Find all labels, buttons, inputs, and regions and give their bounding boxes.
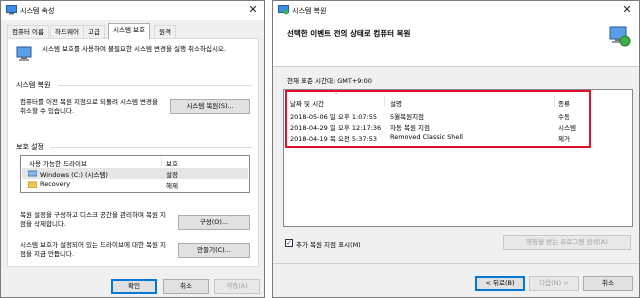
list-item[interactable]: Windows (C:) (시스템) 설정 — [22, 168, 248, 179]
ok-button[interactable]: 확인 — [111, 279, 157, 294]
column-separator — [161, 157, 162, 166]
divider — [273, 263, 639, 264]
title-bar: 시스템 복원 ✕ — [273, 1, 639, 20]
tab-hardware[interactable]: 하드웨어 — [50, 25, 84, 38]
cancel-button[interactable]: 취소 — [163, 279, 209, 294]
create-button[interactable]: 만들기(C)... — [178, 243, 250, 258]
create-text: 시스템 보호가 설정되어 있는 드라이브에 대한 복원 지점을 지금 만듭니다. — [20, 241, 167, 258]
timezone-label: 현재 표준 시간대: GMT+9:00 — [287, 77, 372, 85]
page-title: 선택한 이벤트 전의 상태로 컴퓨터 복원 — [287, 29, 411, 38]
tab-advanced[interactable]: 고급 — [83, 25, 105, 38]
divider — [50, 147, 252, 148]
system-protection-icon — [16, 46, 32, 61]
header-area: 선택한 이벤트 전의 상태로 컴퓨터 복원 — [273, 20, 639, 66]
system-properties-window: 시스템 속성 ✕ 컴퓨터 이름 하드웨어 고급 시스템 보호 원격 시스템 보호… — [0, 0, 265, 298]
scan-affected-programs-button[interactable]: 영향을 받는 프로그램 검색(A) — [503, 235, 631, 250]
close-icon[interactable]: ✕ — [241, 1, 265, 20]
title-bar: 시스템 속성 ✕ — [1, 1, 264, 20]
drive-name: Recovery — [40, 180, 71, 188]
system-restore-icon — [278, 5, 289, 15]
close-icon[interactable]: ✕ — [615, 1, 639, 20]
divider — [58, 85, 252, 86]
restore-description: 컴퓨터를 이전 복원 지점으로 되돌려 시스템 변경을 취소할 수 있습니다. — [20, 98, 158, 115]
divider — [273, 66, 639, 67]
list-item[interactable]: Recovery 해제 — [22, 179, 248, 190]
folder-icon — [28, 181, 37, 188]
column-header-drives[interactable]: 사용 가능한 드라이브 — [29, 158, 87, 168]
drive-icon — [28, 170, 37, 177]
drive-status: 설정 — [166, 171, 178, 179]
tab-system-protection[interactable]: 시스템 보호 — [108, 23, 150, 39]
next-button[interactable]: 다음(N) > — [529, 276, 579, 291]
system-restore-button[interactable]: 시스템 복원(S)... — [170, 99, 250, 114]
column-header-protection[interactable]: 보호 — [166, 158, 178, 168]
drive-list[interactable]: 사용 가능한 드라이브 보호 Windows (C:) (시스템) 설정 Rec… — [20, 155, 250, 193]
apply-button[interactable]: 적용(A) — [214, 279, 260, 294]
system-restore-window: 시스템 복원 ✕ 선택한 이벤트 전의 상태로 컴퓨터 복원 현재 표준 시간대… — [272, 0, 640, 298]
drive-name: Windows (C:) (시스템) — [40, 171, 108, 179]
restore-group-heading: 시스템 복원 — [16, 81, 51, 89]
configure-text: 복원 설정을 구성하고 디스크 공간을 관리하며 복원 지점을 삭제합니다. — [20, 211, 167, 228]
highlight-box — [285, 90, 591, 148]
show-more-label[interactable]: 추가 복원 지점 표시(M) — [296, 239, 361, 249]
monitor-icon — [6, 5, 17, 15]
tab-remote[interactable]: 원격 — [154, 25, 176, 38]
configure-button[interactable]: 구성(O)... — [178, 215, 250, 230]
cancel-button[interactable]: 취소 — [583, 276, 633, 291]
window-title: 시스템 속성 — [20, 7, 55, 15]
restore-computer-icon — [609, 26, 631, 47]
protection-group-heading: 보호 설정 — [16, 143, 44, 151]
window-title: 시스템 복원 — [292, 7, 327, 15]
show-more-checkbox[interactable]: ✓ — [285, 239, 293, 247]
intro-text: 시스템 보호를 사용하여 불필요한 시스템 변경을 실행 취소하십시오. — [42, 45, 226, 53]
tab-panel: 시스템 보호를 사용하여 불필요한 시스템 변경을 실행 취소하십시오. 시스템… — [7, 38, 259, 267]
tab-computer-name[interactable]: 컴퓨터 이름 — [7, 25, 49, 38]
drive-status: 해제 — [166, 182, 178, 190]
back-button[interactable]: < 뒤로(B) — [475, 276, 525, 291]
